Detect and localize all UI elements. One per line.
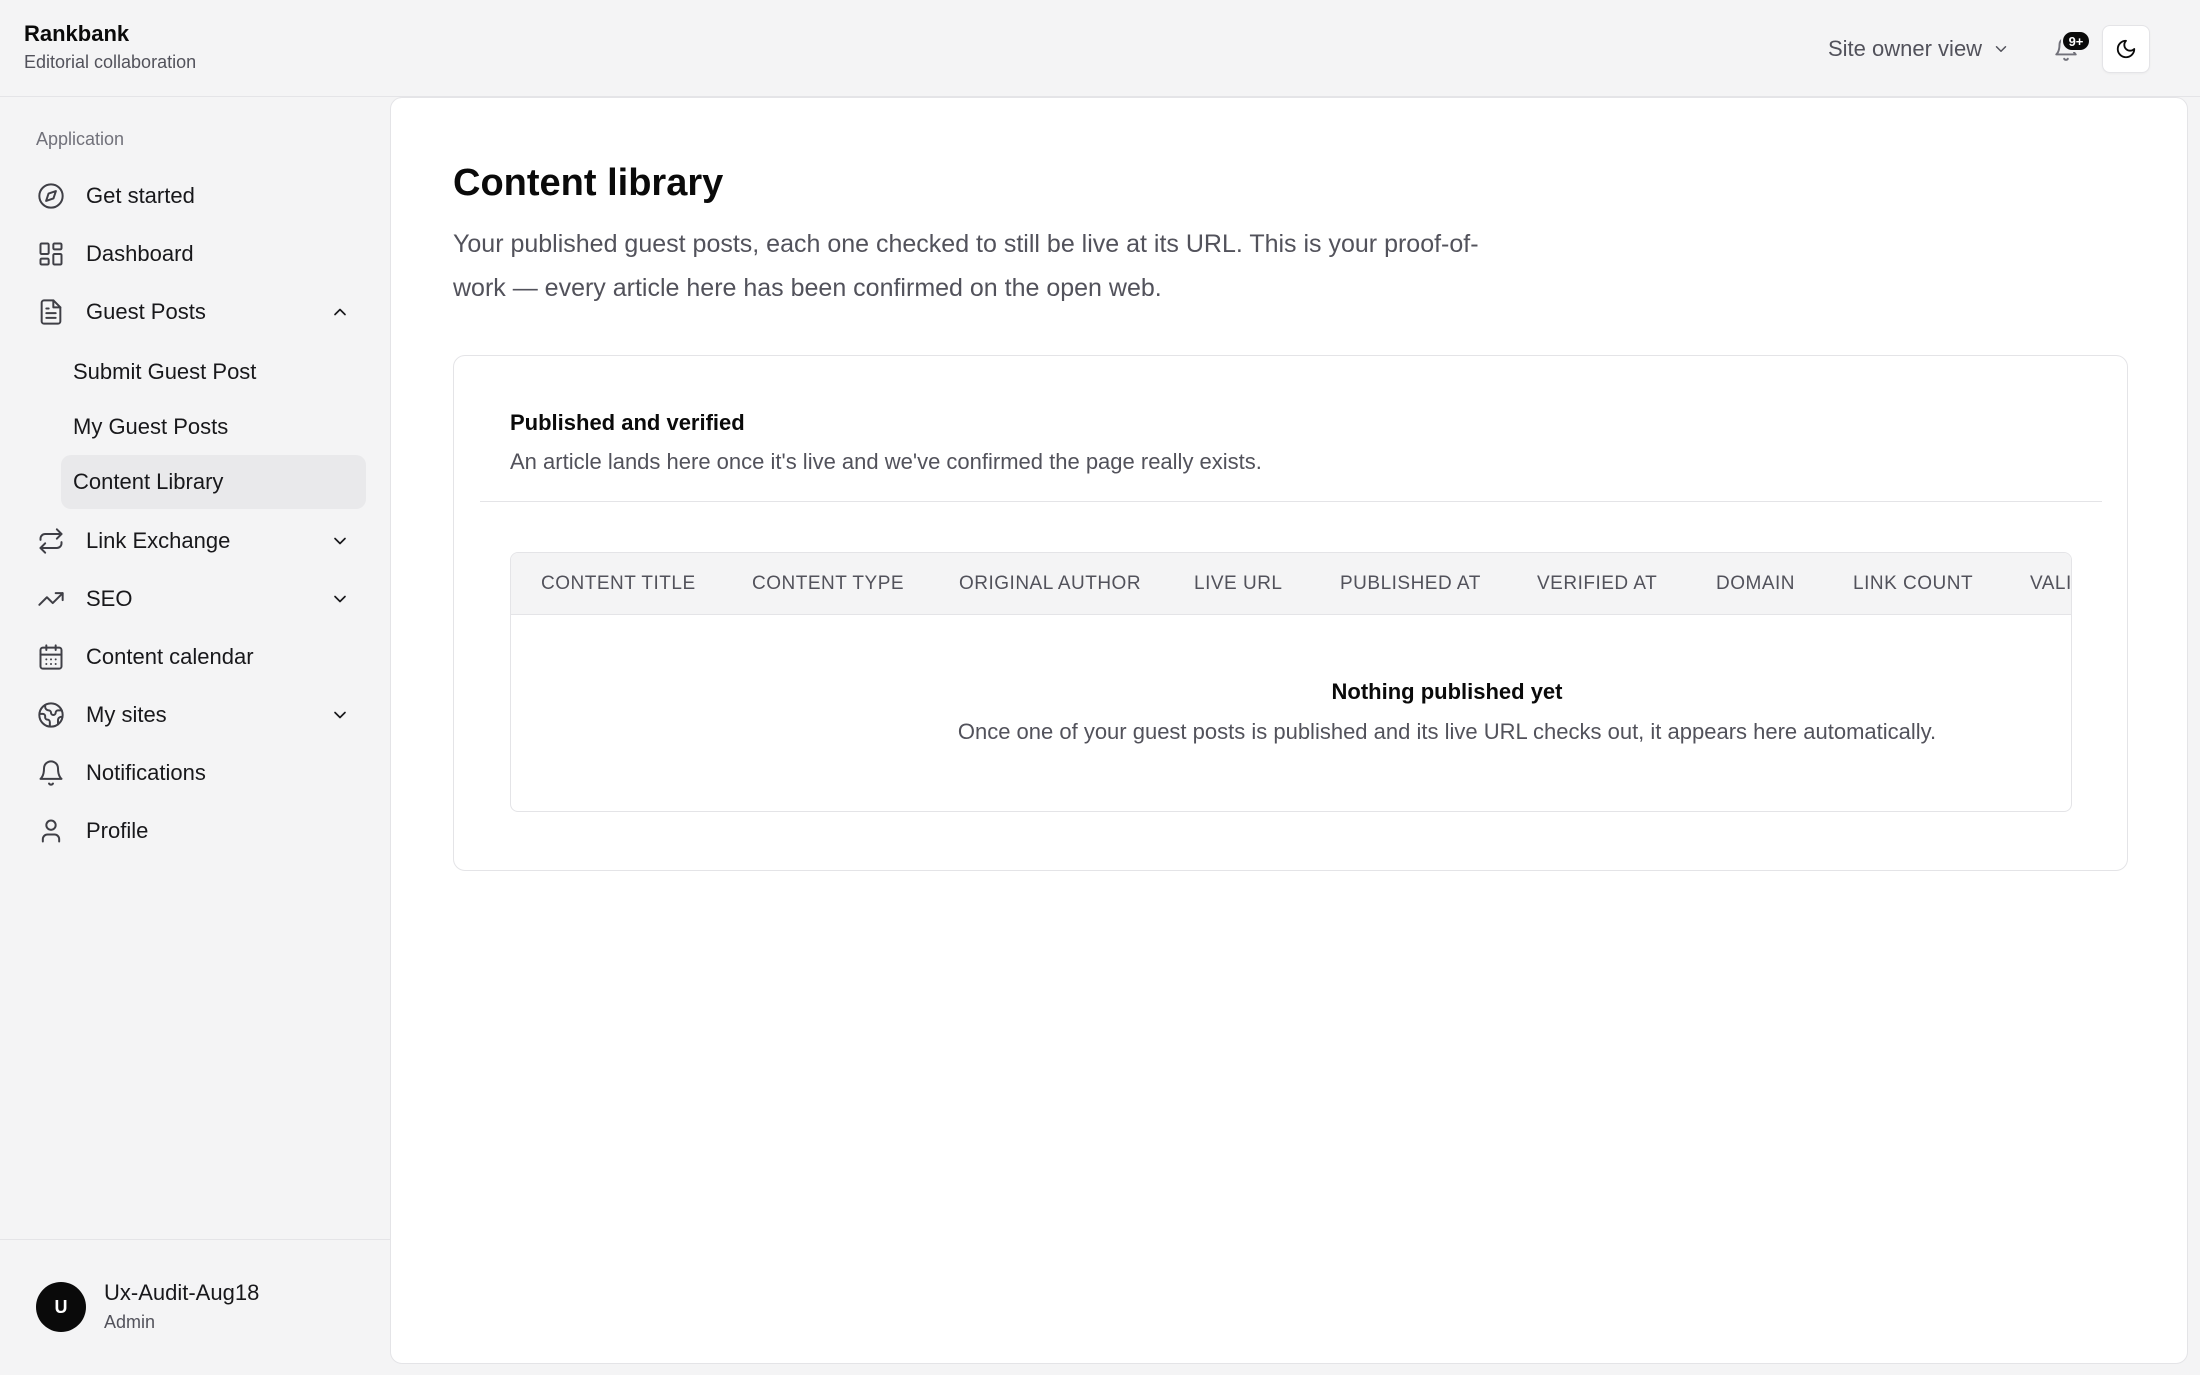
sidebar-item-label: Content calendar <box>86 644 254 669</box>
chevron-up-icon <box>330 302 350 322</box>
content-library-card: Published and verified An article lands … <box>453 355 2128 871</box>
sidebar-item-profile[interactable]: Profile <box>26 806 366 856</box>
sidebar-group-label: Application <box>36 129 125 149</box>
empty-state-message: Once one of your guest posts is publishe… <box>957 719 1937 744</box>
page-title: Content library <box>453 162 724 204</box>
sidebar-item-get-started[interactable]: Get started <box>26 171 366 221</box>
column-header-content-type[interactable]: Content type <box>752 573 904 595</box>
empty-state-title: Nothing published yet <box>1331 679 1563 704</box>
sidebar-subitem-my-guest-posts[interactable]: My Guest Posts <box>61 400 366 454</box>
sidebar-item-content-calendar[interactable]: Content calendar <box>26 632 366 682</box>
moon-icon <box>2115 38 2137 60</box>
notifications-badge: 9+ <box>2061 30 2091 52</box>
main-panel: Content library Your published guest pos… <box>390 97 2188 1364</box>
repeat-icon <box>36 526 66 556</box>
compass-icon <box>36 181 66 211</box>
sidebar-item-guest-posts[interactable]: Guest Posts <box>26 287 366 337</box>
card-title: Published and verified <box>510 410 745 435</box>
column-header-validation[interactable]: Vali <box>2030 573 2071 595</box>
theme-toggle-button[interactable] <box>2102 25 2150 73</box>
sidebar-item-my-sites[interactable]: My sites <box>26 690 366 740</box>
grid-icon <box>36 239 66 269</box>
column-header-link-count[interactable]: Link count <box>1853 573 1973 595</box>
column-header-content-title[interactable]: Content title <box>541 573 696 595</box>
document-icon <box>36 297 66 327</box>
bell-icon <box>36 758 66 788</box>
content-table[interactable]: Content title Content type Original auth… <box>510 552 2072 812</box>
sidebar-subitem-submit-guest-post[interactable]: Submit Guest Post <box>61 345 366 399</box>
calendar-icon <box>36 642 66 672</box>
sidebar-item-label: Profile <box>86 818 149 843</box>
column-header-live-url[interactable]: Live URL <box>1194 573 1282 595</box>
page-description: Your published guest posts, each one che… <box>453 230 1479 302</box>
table-header: Content title Content type Original auth… <box>511 553 2071 615</box>
chevron-down-icon <box>330 531 350 551</box>
user-role: Admin <box>104 1312 156 1332</box>
chevron-down-icon <box>1992 40 2010 58</box>
brand[interactable]: Rankbank Editorial collaboration <box>24 21 196 73</box>
top-bar: Rankbank Editorial collaboration Site ow… <box>0 0 2200 97</box>
app-subtitle: Editorial collaboration <box>24 52 197 72</box>
column-header-domain[interactable]: Domain <box>1716 573 1795 595</box>
sidebar-subitem-label: My Guest Posts <box>73 414 229 439</box>
avatar[interactable]: U <box>36 1282 86 1332</box>
column-header-published-at[interactable]: Published at <box>1340 573 1481 595</box>
sidebar-item-label: My sites <box>86 702 167 727</box>
column-header-verified-at[interactable]: Verified at <box>1537 573 1657 595</box>
sidebar-item-label: Guest Posts <box>86 299 206 324</box>
sidebar-subitem-label: Content Library <box>73 469 224 494</box>
sidebar-item-dashboard[interactable]: Dashboard <box>26 229 366 279</box>
sidebar-subitem-label: Submit Guest Post <box>73 359 257 384</box>
user-name: Ux-Audit-Aug18 <box>104 1280 260 1305</box>
chevron-down-icon <box>330 705 350 725</box>
sidebar-subitem-content-library[interactable]: Content Library <box>61 455 366 509</box>
sidebar-item-label: Notifications <box>86 760 206 785</box>
sidebar-item-link-exchange[interactable]: Link Exchange <box>26 516 366 566</box>
card-subtitle: An article lands here once it's live and… <box>510 449 1262 474</box>
sidebar-item-label: Link Exchange <box>86 528 231 553</box>
trending-up-icon <box>36 584 66 614</box>
chevron-down-icon <box>330 589 350 609</box>
sidebar-item-label: SEO <box>86 586 133 611</box>
sidebar-user-footer[interactable]: U Ux-Audit-Aug18 Admin <box>0 1239 390 1375</box>
sidebar-item-seo[interactable]: SEO <box>26 574 366 624</box>
view-switch-label: Site owner view <box>1828 36 1983 61</box>
sidebar-item-notifications[interactable]: Notifications <box>26 748 366 798</box>
app-name: Rankbank <box>24 21 130 46</box>
view-switch-dropdown[interactable]: Site owner view <box>1828 30 2010 68</box>
sidebar-item-label: Get started <box>86 183 195 208</box>
globe-icon <box>36 700 66 730</box>
notifications-button[interactable]: 9+ <box>2053 30 2091 66</box>
user-icon <box>36 816 66 846</box>
sidebar-item-label: Dashboard <box>86 241 194 266</box>
column-header-original-author[interactable]: Original author <box>959 573 1141 595</box>
divider <box>480 501 2102 502</box>
sidebar: Application Get started Dashboard Guest … <box>0 97 390 1375</box>
